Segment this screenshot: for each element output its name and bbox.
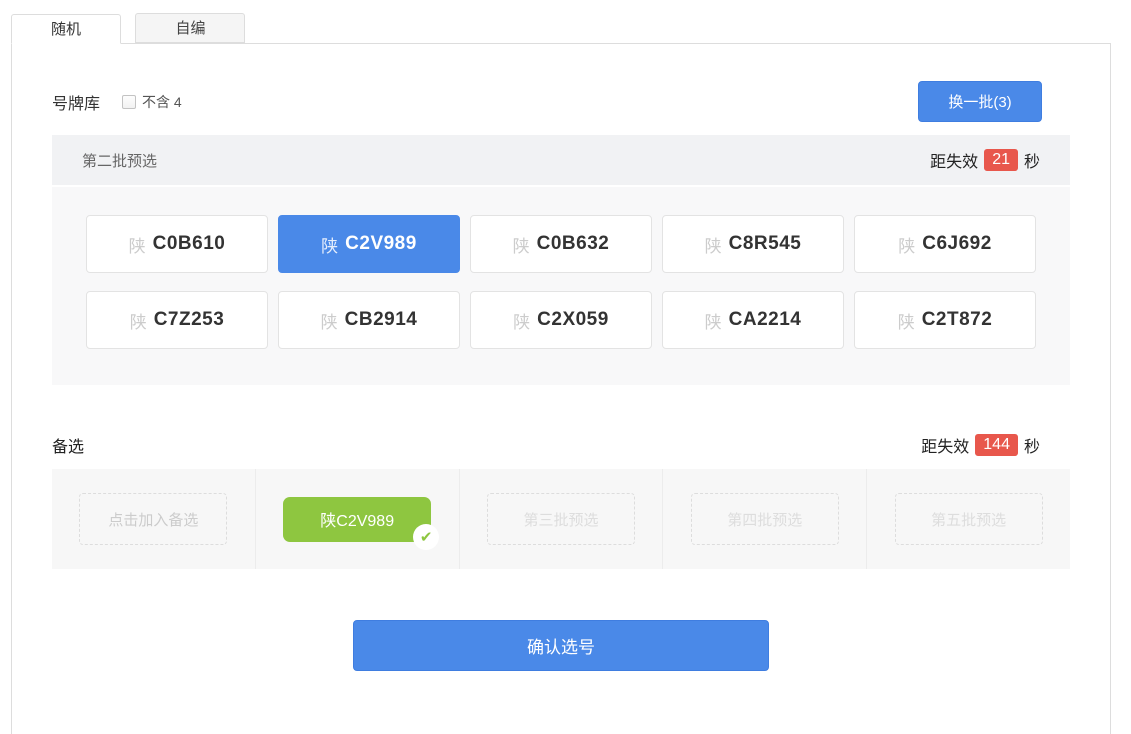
plate-number: C2T872 [922, 309, 993, 331]
backup-placeholder: 第四批预选 [691, 493, 839, 545]
exclude-4-label: 不含 4 [142, 92, 182, 112]
refresh-batch-button[interactable]: 换一批(3) [918, 81, 1042, 122]
main-panel: 号牌库 不含 4 换一批(3) 第二批预选 距失效 21 秒 陕C0B610陕C… [11, 43, 1111, 734]
plate-option-CB2914[interactable]: 陕 CB2914 [278, 291, 460, 349]
plate-option-C6J692[interactable]: 陕 C6J692 [854, 215, 1036, 273]
plate-option-C2X059[interactable]: 陕 C2X059 [470, 291, 652, 349]
plate-province-prefix: 陕 [321, 308, 338, 333]
plate-option-CA2214[interactable]: 陕 CA2214 [662, 291, 844, 349]
expiry-prefix: 距失效 [921, 433, 969, 457]
library-title: 号牌库 [52, 90, 100, 114]
plate-number: C6J692 [922, 233, 992, 255]
plate-province-prefix: 陕 [513, 232, 530, 257]
plate-option-C2T872[interactable]: 陕 C2T872 [854, 291, 1036, 349]
backup-countdown-badge: 144 [975, 434, 1018, 456]
plate-province-prefix: 陕 [130, 308, 147, 333]
backup-placeholder: 第五批预选 [895, 493, 1043, 545]
exclude-4-checkbox[interactable] [122, 95, 136, 109]
plate-option-C2V989[interactable]: 陕 C2V989 [278, 215, 460, 273]
plate-number: C0B632 [537, 233, 610, 255]
backup-header: 备选 距失效 144 秒 [52, 433, 1070, 457]
plate-province-prefix: 陕 [898, 308, 915, 333]
backup-selected-plate: 陕C2V989✔ [283, 497, 431, 542]
backup-add-target: 点击加入备选 [79, 493, 227, 545]
batch-countdown-badge: 21 [984, 149, 1018, 171]
plate-number: CB2914 [345, 309, 418, 331]
plate-province-prefix: 陕 [705, 232, 722, 257]
plate-province-prefix: 陕 [705, 308, 722, 333]
backup-title: 备选 [52, 433, 84, 457]
backup-placeholder: 第三批预选 [487, 493, 635, 545]
library-row: 号牌库 不含 4 换一批(3) [52, 81, 1070, 122]
batch-title: 第二批预选 [82, 150, 157, 171]
plate-option-C7Z253[interactable]: 陕 C7Z253 [86, 291, 268, 349]
backup-slot-3[interactable]: 第三批预选 [459, 469, 663, 569]
plate-number: C0B610 [153, 233, 226, 255]
plate-number: C8R545 [729, 233, 802, 255]
plate-province-prefix: 陕 [129, 232, 146, 257]
plate-option-C8R545[interactable]: 陕 C8R545 [662, 215, 844, 273]
expiry-suffix: 秒 [1024, 148, 1040, 172]
backup-slot-5[interactable]: 第五批预选 [866, 469, 1070, 569]
tab-random[interactable]: 随机 [11, 14, 121, 44]
plate-province-prefix: 陕 [321, 232, 338, 257]
batch-expiry: 距失效 21 秒 [930, 148, 1040, 172]
backup-slot-4[interactable]: 第四批预选 [662, 469, 866, 569]
tab-bar: 随机 自编 [0, 0, 1131, 43]
tab-custom[interactable]: 自编 [135, 13, 245, 43]
plate-option-C0B610[interactable]: 陕 C0B610 [86, 215, 268, 273]
batch-panel: 第二批预选 距失效 21 秒 陕 C0B610 陕 C2V989 陕 C0B632 陕 C8R… [52, 135, 1070, 385]
expiry-suffix: 秒 [1024, 433, 1040, 457]
check-icon: ✔ [413, 524, 439, 550]
batch-header: 第二批预选 距失效 21 秒 [52, 135, 1070, 185]
backup-expiry: 距失效 144 秒 [921, 433, 1040, 457]
plate-province-prefix: 陕 [513, 308, 530, 333]
plate-number: C2X059 [537, 309, 609, 331]
plate-number: C7Z253 [154, 309, 225, 331]
plate-province-prefix: 陕 [898, 232, 915, 257]
confirm-selection-button[interactable]: 确认选号 [353, 620, 769, 671]
plate-grid: 陕 C0B610 陕 C2V989 陕 C0B632 陕 C8R545 陕 C6J692 陕 C7Z2… [52, 187, 1070, 385]
backup-slot-row: 点击加入备选 陕C2V989✔ 第三批预选 第四批预选 第五批预选 [52, 469, 1070, 569]
backup-slot-2[interactable]: 陕C2V989✔ [255, 469, 459, 569]
plate-option-C0B632[interactable]: 陕 C0B632 [470, 215, 652, 273]
plate-number: C2V989 [345, 233, 417, 255]
expiry-prefix: 距失效 [930, 148, 978, 172]
backup-slot-1[interactable]: 点击加入备选 [52, 469, 255, 569]
plate-number: CA2214 [729, 309, 802, 331]
